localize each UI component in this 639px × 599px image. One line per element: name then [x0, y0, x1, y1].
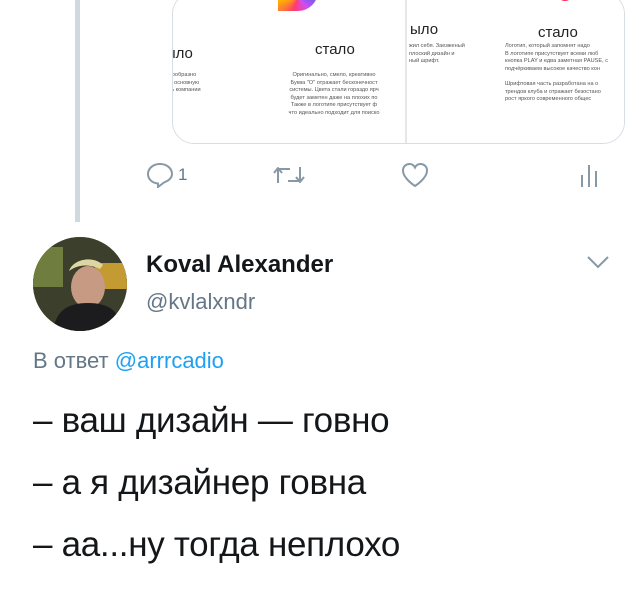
avatar[interactable] — [33, 237, 127, 331]
author-name[interactable]: Koval Alexander — [146, 251, 333, 279]
retweet-icon — [272, 163, 306, 187]
reply-button[interactable]: 1 — [146, 160, 187, 190]
reply-prefix: В ответ — [33, 348, 109, 373]
author-handle[interactable]: @kvlalxndr — [146, 289, 255, 315]
text-after: Оригинально, смело, креативно Буква "О" … — [288, 72, 380, 116]
tweet-text-line: – ваш дизайн — говно — [33, 401, 390, 440]
analytics-button[interactable] — [579, 160, 599, 190]
media-panel-right: ыло стало жил себя. Заезженый плоский ди… — [407, 0, 624, 143]
tweet-text-line: – а я дизайнер говна — [33, 463, 366, 502]
reply-context: В ответ @arrrcadio — [33, 348, 224, 374]
text-before-right: жил себя. Заезженый плоский дизайн и ный… — [409, 43, 465, 65]
label-after: стало — [315, 41, 355, 58]
reply-count: 1 — [178, 165, 188, 184]
label-after-right: стало — [538, 24, 578, 41]
logo-fragment-right — [558, 0, 572, 1]
like-button[interactable] — [400, 160, 430, 190]
heart-icon — [400, 161, 430, 189]
reply-icon — [146, 162, 174, 188]
media-panel-left: Было стало кучно, однообразно · отражает… — [173, 0, 407, 143]
text-before: кучно, однообразно · отражает основную я… — [172, 72, 201, 94]
tweet-media-image[interactable]: Было стало кучно, однообразно · отражает… — [172, 0, 625, 144]
text-after-right: Логотип, который запомнят надо В логотип… — [505, 43, 609, 103]
thread-connector-line — [75, 0, 80, 222]
label-before: Было — [173, 45, 193, 62]
tweet-text-line: – аа...ну тогда неплохо — [33, 525, 401, 564]
analytics-icon — [579, 162, 599, 188]
label-before-right: ыло — [410, 21, 439, 38]
chevron-down-icon[interactable] — [585, 254, 611, 275]
logo-fragment — [278, 0, 318, 11]
retweet-button[interactable] — [272, 160, 306, 190]
mention-link[interactable]: @arrrcadio — [115, 348, 224, 373]
avatar-photo — [33, 237, 127, 331]
